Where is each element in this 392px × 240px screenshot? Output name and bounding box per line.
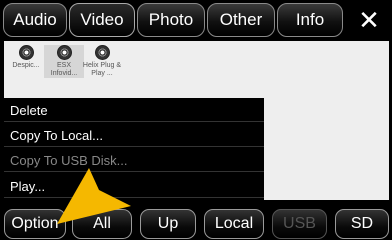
disc-icon bbox=[18, 45, 34, 60]
file-name: Helix Plug & Play ... bbox=[82, 62, 122, 77]
media-tab-bar: Audio Video Photo Other Info ✕ bbox=[0, 0, 392, 41]
list-item[interactable]: Helix Plug & Play ... bbox=[82, 45, 122, 78]
menu-item-play[interactable]: Play... bbox=[4, 176, 264, 198]
tab-photo[interactable]: Photo bbox=[137, 3, 205, 37]
option-menu: Delete Copy To Local... Copy To USB Disk… bbox=[4, 98, 264, 206]
up-button[interactable]: Up bbox=[140, 209, 196, 239]
file-name: ESX Infovid... bbox=[50, 62, 78, 77]
list-item[interactable]: Despic... bbox=[6, 45, 46, 70]
tab-other[interactable]: Other bbox=[207, 3, 275, 37]
option-button[interactable]: Option bbox=[4, 209, 66, 239]
tab-video[interactable]: Video bbox=[69, 3, 135, 37]
disc-icon bbox=[56, 45, 72, 60]
tab-info[interactable]: Info bbox=[277, 3, 343, 37]
menu-item-copy-to-local[interactable]: Copy To Local... bbox=[4, 125, 264, 147]
menu-item-delete[interactable]: Delete bbox=[4, 100, 264, 122]
disc-icon bbox=[94, 45, 110, 60]
file-name: Despic... bbox=[12, 62, 40, 69]
menu-item-copy-to-usb: Copy To USB Disk... bbox=[4, 150, 264, 172]
tab-audio[interactable]: Audio bbox=[3, 3, 67, 37]
sd-button[interactable]: SD bbox=[335, 209, 389, 239]
local-button[interactable]: Local bbox=[204, 209, 264, 239]
list-item[interactable]: ESX Infovid... bbox=[44, 45, 84, 78]
bottom-button-bar: Option All Up Local USB SD bbox=[0, 206, 392, 240]
usb-button: USB bbox=[272, 209, 327, 239]
close-icon[interactable]: ✕ bbox=[349, 3, 389, 37]
all-button[interactable]: All bbox=[72, 209, 132, 239]
